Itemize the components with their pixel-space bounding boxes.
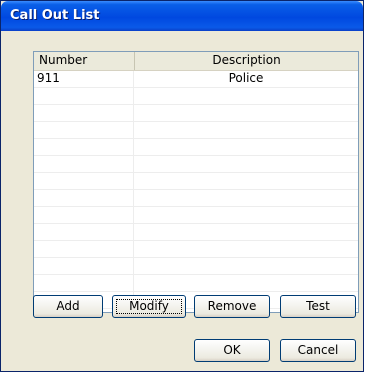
dialog-client-area: Number Description 911 Police Add Modify… [4, 31, 360, 368]
list-row[interactable] [34, 275, 358, 292]
list-row[interactable]: 911 Police [34, 71, 358, 88]
list-row[interactable] [34, 241, 358, 258]
row-number [34, 190, 134, 206]
row-description [134, 258, 358, 274]
row-description [134, 139, 358, 155]
title-bar[interactable]: Call Out List [1, 1, 363, 31]
list-row[interactable] [34, 190, 358, 207]
row-number [34, 275, 134, 291]
row-number [34, 173, 134, 189]
row-number [34, 241, 134, 257]
add-button[interactable]: Add [33, 295, 103, 318]
row-number [34, 224, 134, 240]
row-number [34, 122, 134, 138]
row-description [134, 122, 358, 138]
column-header-description[interactable]: Description [135, 52, 358, 70]
row-description [134, 88, 358, 104]
row-number [34, 105, 134, 121]
row-description [134, 156, 358, 172]
ok-button[interactable]: OK [194, 339, 270, 362]
row-description [134, 105, 358, 121]
call-out-list-view[interactable]: Number Description 911 Police [33, 51, 359, 313]
row-number [34, 88, 134, 104]
row-number: 911 [34, 71, 134, 87]
row-description [134, 190, 358, 206]
list-row[interactable] [34, 156, 358, 173]
list-row[interactable] [34, 88, 358, 105]
window-title: Call Out List [10, 8, 100, 23]
list-row[interactable] [34, 207, 358, 224]
list-row[interactable] [34, 105, 358, 122]
call-out-list-dialog: Call Out List Number Description 911 Pol… [0, 0, 364, 372]
list-header: Number Description [34, 52, 358, 71]
row-number [34, 207, 134, 223]
list-row[interactable] [34, 224, 358, 241]
list-rows: 911 Police [34, 71, 358, 312]
row-description [134, 207, 358, 223]
column-header-number[interactable]: Number [34, 52, 135, 70]
row-description [134, 241, 358, 257]
row-number [34, 258, 134, 274]
cancel-button[interactable]: Cancel [280, 339, 356, 362]
row-number [34, 156, 134, 172]
list-row[interactable] [34, 173, 358, 190]
row-description: Police [228, 71, 264, 85]
list-row[interactable] [34, 122, 358, 139]
list-row[interactable] [34, 139, 358, 156]
row-description [134, 275, 358, 291]
row-description [134, 224, 358, 240]
test-button[interactable]: Test [280, 295, 356, 318]
modify-button[interactable]: Modify [112, 295, 186, 318]
list-row[interactable] [34, 258, 358, 275]
remove-button[interactable]: Remove [194, 295, 270, 318]
row-description [134, 173, 358, 189]
row-number [34, 139, 134, 155]
